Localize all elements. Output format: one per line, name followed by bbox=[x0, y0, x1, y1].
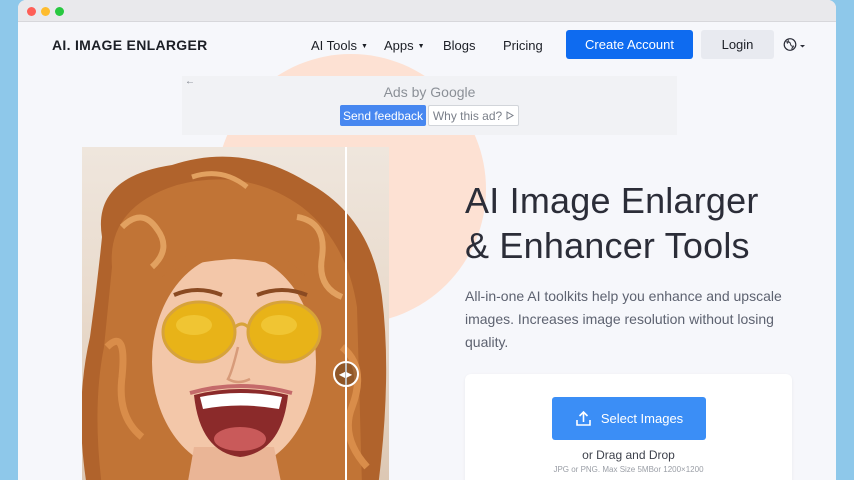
nav-apps-label: Apps bbox=[384, 38, 414, 53]
send-feedback-button[interactable]: Send feedback bbox=[340, 105, 426, 126]
nav-ai-tools[interactable]: AI Tools ▼ bbox=[311, 38, 368, 53]
hero-title-line2: & Enhancer Tools bbox=[465, 225, 750, 266]
upload-icon bbox=[576, 410, 591, 426]
nav-blogs[interactable]: Blogs bbox=[443, 38, 476, 53]
minimize-window-button[interactable] bbox=[41, 7, 50, 16]
hero-title-line1: AI Image Enlarger bbox=[465, 180, 759, 221]
caret-down-icon: ▼ bbox=[361, 43, 368, 51]
browser-window: AI. IMAGE ENLARGER AI Tools ▼ Apps ▼ Blogs… bbox=[18, 0, 836, 480]
drag-drop-label: or Drag and Drop bbox=[582, 448, 675, 462]
why-this-ad-button[interactable]: Why this ad? bbox=[428, 105, 519, 126]
max-size-label: JPG or PNG. Max Size 5MBor 1200×1200 bbox=[553, 465, 704, 474]
why-this-ad-label: Why this ad? bbox=[432, 108, 503, 123]
maximize-window-button[interactable] bbox=[55, 7, 64, 16]
nav-apps[interactable]: Apps ▼ bbox=[384, 38, 425, 53]
google-ad-banner: ← Ads by Google Send feedback Why this a… bbox=[182, 76, 677, 135]
upload-card[interactable]: Select Images or Drag and Drop JPG or PN… bbox=[465, 374, 792, 480]
close-window-button[interactable] bbox=[27, 7, 36, 16]
page: AI. IMAGE ENLARGER AI Tools ▼ Apps ▼ Blogs… bbox=[18, 23, 836, 480]
nav-ai-tools-label: AI Tools bbox=[311, 38, 358, 53]
create-account-button[interactable]: Create Account bbox=[566, 30, 693, 59]
portrait-illustration bbox=[82, 156, 387, 480]
hero-description: All-in-one AI toolkits help you enhance … bbox=[465, 288, 782, 350]
nav-pricing[interactable]: Pricing bbox=[503, 38, 543, 53]
before-after-photo: ◀▶ bbox=[82, 147, 389, 480]
language-icon bbox=[783, 38, 805, 51]
site-logo[interactable]: AI. IMAGE ENLARGER bbox=[52, 37, 208, 53]
login-button[interactable]: Login bbox=[701, 30, 774, 59]
select-images-button[interactable]: Select Images bbox=[552, 397, 706, 440]
play-outline-icon bbox=[506, 111, 515, 120]
compare-divider[interactable] bbox=[345, 147, 347, 480]
caret-down-icon: ▼ bbox=[417, 43, 425, 51]
hero-title: AI Image Enlarger & Enhancer Tools bbox=[465, 178, 815, 268]
title-bar bbox=[18, 0, 836, 22]
left-right-arrows-icon[interactable]: ◀▶ bbox=[333, 361, 359, 387]
select-images-label: Select Images bbox=[600, 411, 684, 426]
language-selector[interactable] bbox=[783, 37, 809, 53]
ad-label: Ads by Google bbox=[383, 84, 476, 100]
